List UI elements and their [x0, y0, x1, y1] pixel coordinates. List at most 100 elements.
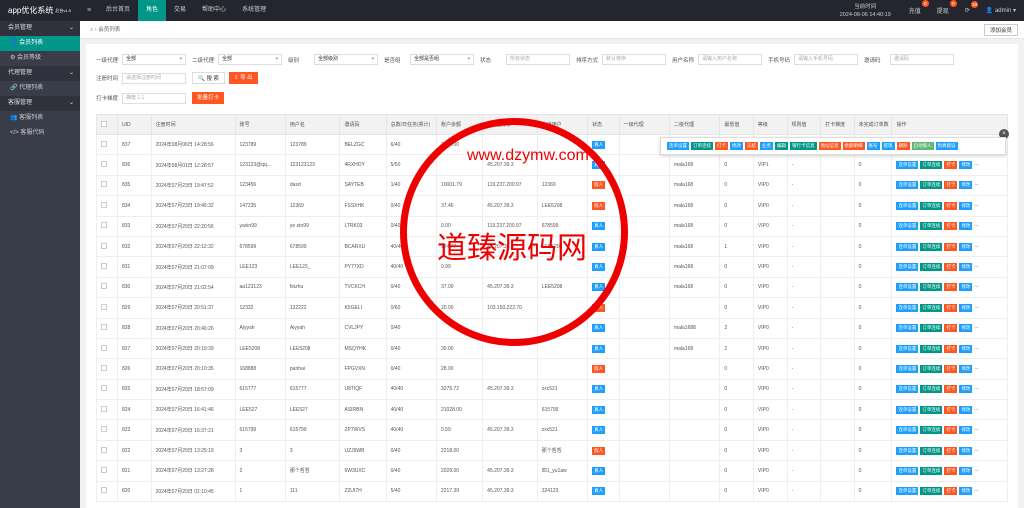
more-icon[interactable]: ...	[974, 263, 978, 271]
topnav-trade[interactable]: 交易	[166, 0, 194, 21]
status-badge[interactable]: 真人	[592, 344, 606, 353]
action-button[interactable]: 订单连续	[920, 222, 943, 231]
status-badge[interactable]: 真人	[592, 161, 606, 170]
checkbox[interactable]	[101, 385, 107, 392]
action-button[interactable]: 修改	[959, 344, 973, 353]
user-menu[interactable]: 👤 admin ▾	[978, 7, 1024, 14]
action-button[interactable]: 打卡	[944, 364, 958, 373]
row-select[interactable]	[96, 235, 118, 258]
action-button[interactable]: 订单连续	[920, 426, 943, 435]
more-icon[interactable]: ...	[974, 181, 978, 189]
action-button[interactable]: 修改	[959, 364, 973, 373]
add-member-button[interactable]: 添加会员	[983, 24, 1018, 36]
popup-action-button[interactable]: 业务	[760, 142, 773, 150]
checkbox[interactable]	[101, 364, 107, 371]
action-button[interactable]: 修改	[959, 181, 973, 190]
filter-select[interactable]: 请输入用户名称	[698, 54, 762, 65]
action-button[interactable]: 打卡	[944, 263, 958, 272]
action-button[interactable]: 连单设置	[896, 283, 919, 292]
popup-action-button[interactable]: 删除	[896, 142, 910, 150]
action-button[interactable]: 打卡	[944, 161, 958, 170]
action-button[interactable]: 打卡	[944, 487, 958, 496]
more-icon[interactable]: ...	[974, 283, 978, 291]
filter-select[interactable]: 所有状态	[506, 54, 570, 65]
action-button[interactable]: 订单连续	[920, 385, 943, 394]
action-button[interactable]: 修改	[959, 446, 973, 455]
search-button[interactable]: 🔍 搜 索	[192, 72, 225, 84]
recharge-button[interactable]: 充值 0	[901, 0, 929, 15]
action-button[interactable]: 修改	[959, 201, 973, 210]
select-all-checkbox[interactable]	[96, 114, 118, 135]
row-select[interactable]	[96, 480, 118, 503]
checkbox[interactable]	[101, 324, 107, 331]
topnav-home[interactable]: 后台首页	[98, 0, 138, 21]
action-button[interactable]: 修改	[959, 263, 973, 272]
action-button[interactable]: 订单连续	[920, 181, 943, 190]
action-button[interactable]: 订单连续	[920, 446, 943, 455]
more-icon[interactable]: ...	[974, 406, 978, 414]
row-select[interactable]	[96, 399, 118, 421]
checkbox[interactable]	[101, 161, 107, 168]
batch-print-button[interactable]: 批量打卡	[192, 92, 225, 104]
action-button[interactable]: 修改	[959, 303, 973, 312]
action-button[interactable]: 打卡	[944, 446, 958, 455]
action-button[interactable]: 打卡	[944, 242, 958, 251]
action-button[interactable]: 连单设置	[896, 303, 919, 312]
status-badge[interactable]: 真人	[592, 405, 606, 414]
action-button[interactable]: 打卡	[944, 324, 958, 333]
action-button[interactable]: 修改	[959, 324, 973, 333]
popup-action-button[interactable]: 银行卡信息	[790, 142, 817, 150]
row-select[interactable]	[96, 133, 118, 156]
popup-action-button[interactable]: 伪真假设	[935, 142, 958, 150]
checkbox[interactable]	[101, 426, 107, 433]
row-select[interactable]	[96, 460, 118, 482]
app-logo[interactable]: app优化系统 后台v1.0	[0, 0, 80, 21]
sidebar-item-member-level[interactable]: ⚙ 会员等级	[0, 51, 80, 66]
topnav-role[interactable]: 角色	[138, 0, 167, 21]
action-button[interactable]: 打卡	[944, 344, 958, 353]
more-icon[interactable]: ...	[974, 385, 978, 393]
status-badge[interactable]: 真人	[592, 426, 606, 435]
tab-member-list[interactable]: ⌂ › 会员列表	[84, 24, 126, 36]
topnav-system[interactable]: 系统管理	[234, 0, 274, 21]
row-select[interactable]	[96, 337, 118, 360]
row-select[interactable]	[96, 358, 118, 380]
status-badge[interactable]: 真人	[592, 263, 606, 272]
row-select[interactable]	[96, 378, 118, 401]
withdraw-button[interactable]: 提现 0	[929, 0, 957, 15]
more-icon[interactable]: ...	[974, 161, 978, 169]
status-badge[interactable]: 假人	[592, 181, 606, 190]
sidebar-item-service-list[interactable]: 👥 客服列表	[0, 111, 80, 126]
menu-toggle-icon[interactable]: ≡	[80, 7, 98, 14]
action-button[interactable]: 连单设置	[896, 405, 919, 414]
status-badge[interactable]: 真人	[592, 487, 606, 496]
action-button[interactable]: 打卡	[944, 385, 958, 394]
checkbox[interactable]	[101, 140, 107, 147]
action-button[interactable]: 修改	[959, 487, 973, 496]
more-icon[interactable]: ...	[974, 467, 978, 475]
checkbox[interactable]	[101, 120, 107, 127]
action-button[interactable]: 打卡	[944, 466, 958, 475]
popup-action-button[interactable]: 账号	[866, 142, 880, 150]
action-button[interactable]: 订单连续	[920, 303, 943, 312]
status-badge[interactable]: 假人	[592, 303, 606, 312]
checkbox[interactable]	[101, 344, 107, 351]
status-badge[interactable]: 真人	[592, 242, 606, 251]
row-select[interactable]	[96, 215, 118, 237]
action-button[interactable]: 修改	[959, 161, 973, 170]
sidebar-group-service[interactable]: 客服管理 ⌄	[0, 96, 80, 111]
more-icon[interactable]: ...	[974, 426, 978, 434]
filter-select[interactable]: 请输入手机号码	[794, 54, 858, 65]
filter-select[interactable]: 全部 ▾	[122, 54, 186, 65]
checkbox[interactable]	[101, 201, 107, 208]
message-button[interactable]: ⟳ 19	[957, 1, 978, 14]
action-button[interactable]: 订单连续	[920, 161, 943, 170]
more-icon[interactable]: ...	[974, 345, 978, 353]
popup-action-button[interactable]: 订单连续	[691, 142, 713, 150]
action-button[interactable]: 订单连续	[920, 466, 943, 475]
export-button[interactable]: ⇪ 导 出	[228, 72, 258, 84]
action-button[interactable]: 连单设置	[896, 263, 919, 272]
action-button[interactable]: 修改	[959, 283, 973, 292]
row-select[interactable]	[96, 256, 118, 278]
action-button[interactable]: 修改	[959, 405, 973, 414]
